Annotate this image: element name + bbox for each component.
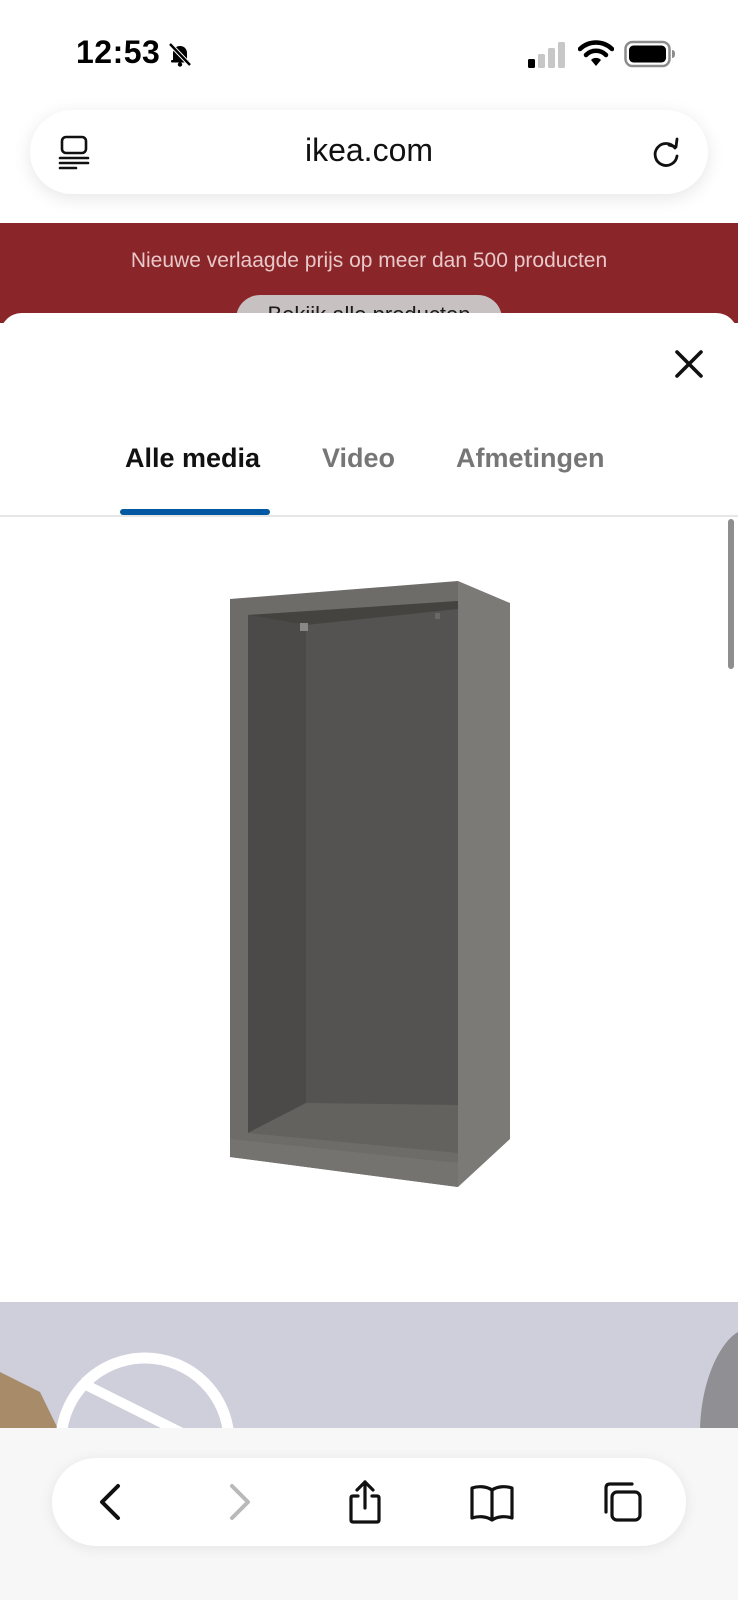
wifi-icon	[578, 40, 614, 66]
forward-arrow-icon[interactable]	[214, 1478, 262, 1526]
promo-banner: Nieuwe verlaagde prijs op meer dan 500 p…	[0, 223, 738, 323]
battery-icon	[624, 40, 675, 68]
promo-text: Nieuwe verlaagde prijs op meer dan 500 p…	[130, 249, 608, 272]
status-time: 12:53	[76, 34, 161, 70]
product-image[interactable]	[210, 573, 520, 1213]
tab-all-media[interactable]: Alle media	[125, 443, 260, 474]
status-bar: 12:53	[0, 0, 738, 100]
cellular-signal-icon	[528, 42, 565, 68]
scrollbar[interactable]	[728, 519, 734, 669]
tab-dimensions[interactable]: Afmetingen	[456, 443, 605, 474]
lifestyle-image[interactable]	[0, 1302, 738, 1433]
bell-slash-icon	[168, 42, 192, 67]
tabs-icon[interactable]	[598, 1478, 646, 1526]
url-text[interactable]: ikea.com	[30, 132, 708, 169]
media-modal: Alle media Video Afmetingen	[0, 313, 738, 1433]
back-arrow-icon[interactable]	[88, 1478, 136, 1526]
bookmarks-icon[interactable]	[468, 1478, 516, 1526]
tab-video[interactable]: Video	[322, 443, 395, 474]
reload-icon[interactable]	[648, 134, 684, 170]
active-tab-indicator	[120, 509, 270, 515]
share-icon[interactable]	[341, 1478, 389, 1526]
media-tabs: Alle media Video Afmetingen	[0, 423, 738, 517]
browser-toolbar	[0, 1428, 738, 1600]
address-bar[interactable]: ikea.com	[30, 110, 708, 194]
toolbar-pill	[52, 1458, 686, 1546]
close-icon[interactable]	[670, 345, 708, 383]
